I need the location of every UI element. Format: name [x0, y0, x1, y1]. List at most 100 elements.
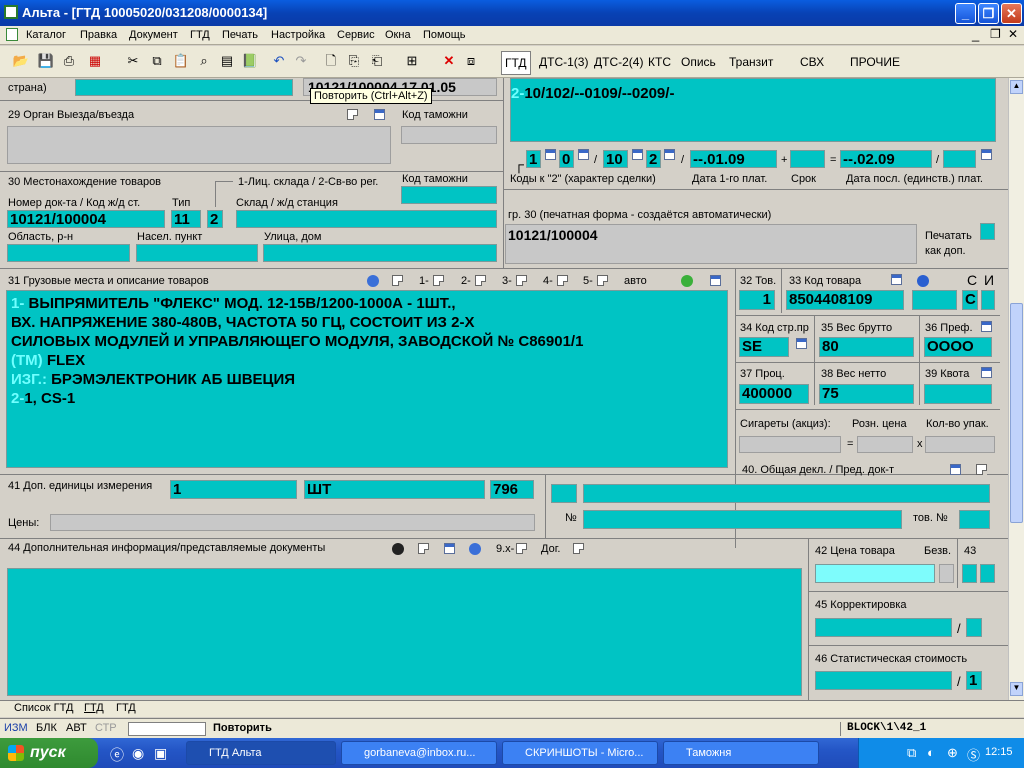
- tab-gtd[interactable]: ГТД: [501, 51, 531, 75]
- nomer-field[interactable]: 10121/100004: [7, 210, 165, 228]
- book-icon[interactable]: 📗: [241, 52, 259, 70]
- task-word[interactable]: СКРИНШОТЫ - Micro...: [502, 741, 658, 765]
- copy-doc-icon[interactable]: ⎘: [345, 52, 363, 70]
- btn-3[interactable]: 3-: [502, 275, 512, 287]
- save-icon[interactable]: 💾: [37, 52, 55, 70]
- oblast-field[interactable]: [7, 244, 130, 262]
- deal-code-2[interactable]: 0: [559, 150, 574, 168]
- tab-dts1[interactable]: ДТС-1(3): [536, 51, 591, 75]
- g40-code-field[interactable]: [551, 484, 577, 503]
- g36-window-icon[interactable]: [981, 321, 992, 332]
- g35-field[interactable]: 80: [819, 337, 914, 357]
- extra-field-icon[interactable]: [981, 149, 992, 160]
- cut-icon[interactable]: ✂: [124, 52, 142, 70]
- tab-prochie[interactable]: ПРОЧИЕ: [847, 51, 903, 75]
- maximize-button[interactable]: ❐: [978, 3, 999, 24]
- media-icon[interactable]: ◉: [132, 745, 144, 762]
- g40-note-icon[interactable]: [976, 464, 987, 475]
- ie-icon[interactable]: ⓔ: [110, 745, 124, 765]
- task-folder[interactable]: Таможня: [663, 741, 819, 765]
- tab-svh[interactable]: СВХ: [797, 51, 827, 75]
- desktop-icon[interactable]: ▣: [154, 745, 167, 762]
- g33-extra-field[interactable]: [912, 290, 957, 310]
- btn-2[interactable]: 2-: [461, 275, 471, 287]
- note-5-icon[interactable]: [597, 275, 608, 286]
- g36-field[interactable]: ОООО: [924, 337, 992, 357]
- rg-icon[interactable]: [392, 543, 404, 555]
- g41-code-field[interactable]: 796: [490, 480, 534, 499]
- g34-window-icon[interactable]: [796, 338, 807, 349]
- tab-tranzit[interactable]: Транзит: [726, 51, 776, 75]
- sigarety-field[interactable]: [739, 436, 841, 453]
- copy-icon[interactable]: ⧉: [148, 52, 166, 70]
- menu-gtd[interactable]: ГТД: [190, 29, 210, 41]
- country-field[interactable]: [75, 79, 293, 96]
- g40-num-field[interactable]: [583, 510, 902, 529]
- paste-icon[interactable]: 📋: [172, 52, 190, 70]
- ulica-field[interactable]: [263, 244, 497, 262]
- mdi-restore-icon[interactable]: ❐: [990, 27, 1001, 41]
- tab-gtd-2[interactable]: ГТД: [116, 702, 136, 714]
- menu-pechat[interactable]: Печать: [222, 29, 258, 41]
- rozn-field[interactable]: [857, 436, 913, 453]
- note-2-icon[interactable]: [475, 275, 486, 286]
- antivirus-icon[interactable]: ⊕: [947, 745, 958, 761]
- g44-nx-note-icon[interactable]: [516, 543, 527, 554]
- bezv-field[interactable]: [939, 564, 954, 583]
- table-icon[interactable]: ▤: [218, 52, 236, 70]
- g39-window-icon[interactable]: [981, 367, 992, 378]
- pechatat-flag[interactable]: [980, 223, 995, 240]
- avto-button[interactable]: авто: [624, 275, 647, 287]
- tab-kts[interactable]: КТС: [645, 51, 674, 75]
- redo-icon[interactable]: ↷: [292, 52, 310, 70]
- g44-settings-icon[interactable]: [469, 543, 481, 555]
- g34-field[interactable]: SE: [739, 337, 789, 357]
- g33-i-field[interactable]: [981, 290, 995, 310]
- kod-tam-29-field[interactable]: [401, 126, 497, 144]
- deal-code-3[interactable]: 10: [603, 150, 628, 168]
- g45-extra-field[interactable]: [966, 618, 982, 637]
- g37-field[interactable]: 400000: [739, 384, 809, 404]
- g33-window-icon[interactable]: [891, 274, 902, 285]
- g32-field[interactable]: 1: [739, 290, 775, 310]
- menu-okna[interactable]: Окна: [385, 29, 411, 41]
- btn-1[interactable]: 1-: [419, 275, 429, 287]
- menu-pomosch[interactable]: Помощь: [423, 29, 466, 41]
- note-1-icon[interactable]: [433, 275, 444, 286]
- tab-opis[interactable]: Опись: [678, 51, 719, 75]
- deal-code-4[interactable]: 2: [646, 150, 661, 168]
- deal-code-2-icon[interactable]: [578, 149, 589, 160]
- note-icon[interactable]: [392, 275, 403, 286]
- vertical-scrollbar[interactable]: ▲ ▼: [1008, 78, 1024, 700]
- menu-servis[interactable]: Сервис: [337, 29, 375, 41]
- g39-field[interactable]: [924, 384, 992, 404]
- g33-c-field[interactable]: С: [962, 290, 978, 310]
- green-circle-icon[interactable]: [681, 275, 693, 287]
- new-doc-icon[interactable]: 🗋: [322, 52, 340, 70]
- minimize-button[interactable]: _: [955, 3, 976, 24]
- kol-field[interactable]: [925, 436, 995, 453]
- g44-field[interactable]: [7, 568, 802, 696]
- window-icon[interactable]: [710, 275, 721, 286]
- pages-icon[interactable]: ⧈: [462, 52, 480, 70]
- open-folder-icon[interactable]: 📂: [12, 52, 30, 70]
- g44-dog-note-icon[interactable]: [573, 543, 584, 554]
- menu-pravka[interactable]: Правка: [80, 29, 117, 41]
- g44-note-icon[interactable]: [418, 543, 429, 554]
- date-first-payment[interactable]: --.01.09: [690, 150, 777, 168]
- g43-field-2[interactable]: [980, 564, 995, 583]
- g40-doc-field[interactable]: [583, 484, 990, 503]
- info-icon[interactable]: [917, 275, 929, 287]
- ceny-field[interactable]: [50, 514, 535, 531]
- g44-window-icon[interactable]: [444, 543, 455, 554]
- deal-code-3-icon[interactable]: [632, 149, 643, 160]
- btn-5[interactable]: 5-: [583, 275, 593, 287]
- goods-description-area[interactable]: 1- ВЫПРЯМИТЕЛЬ "ФЛЕКС" МОД. 12-15В/1200-…: [6, 290, 728, 468]
- print-icon[interactable]: ⎙: [60, 52, 78, 70]
- network-icon[interactable]: ⧉: [907, 745, 916, 761]
- skype-icon[interactable]: Ⓢ: [967, 745, 980, 764]
- sklad-field[interactable]: [236, 210, 497, 228]
- g33-field[interactable]: 8504408109: [786, 290, 904, 310]
- scroll-thumb[interactable]: [1010, 303, 1023, 523]
- settings-icon[interactable]: [367, 275, 379, 287]
